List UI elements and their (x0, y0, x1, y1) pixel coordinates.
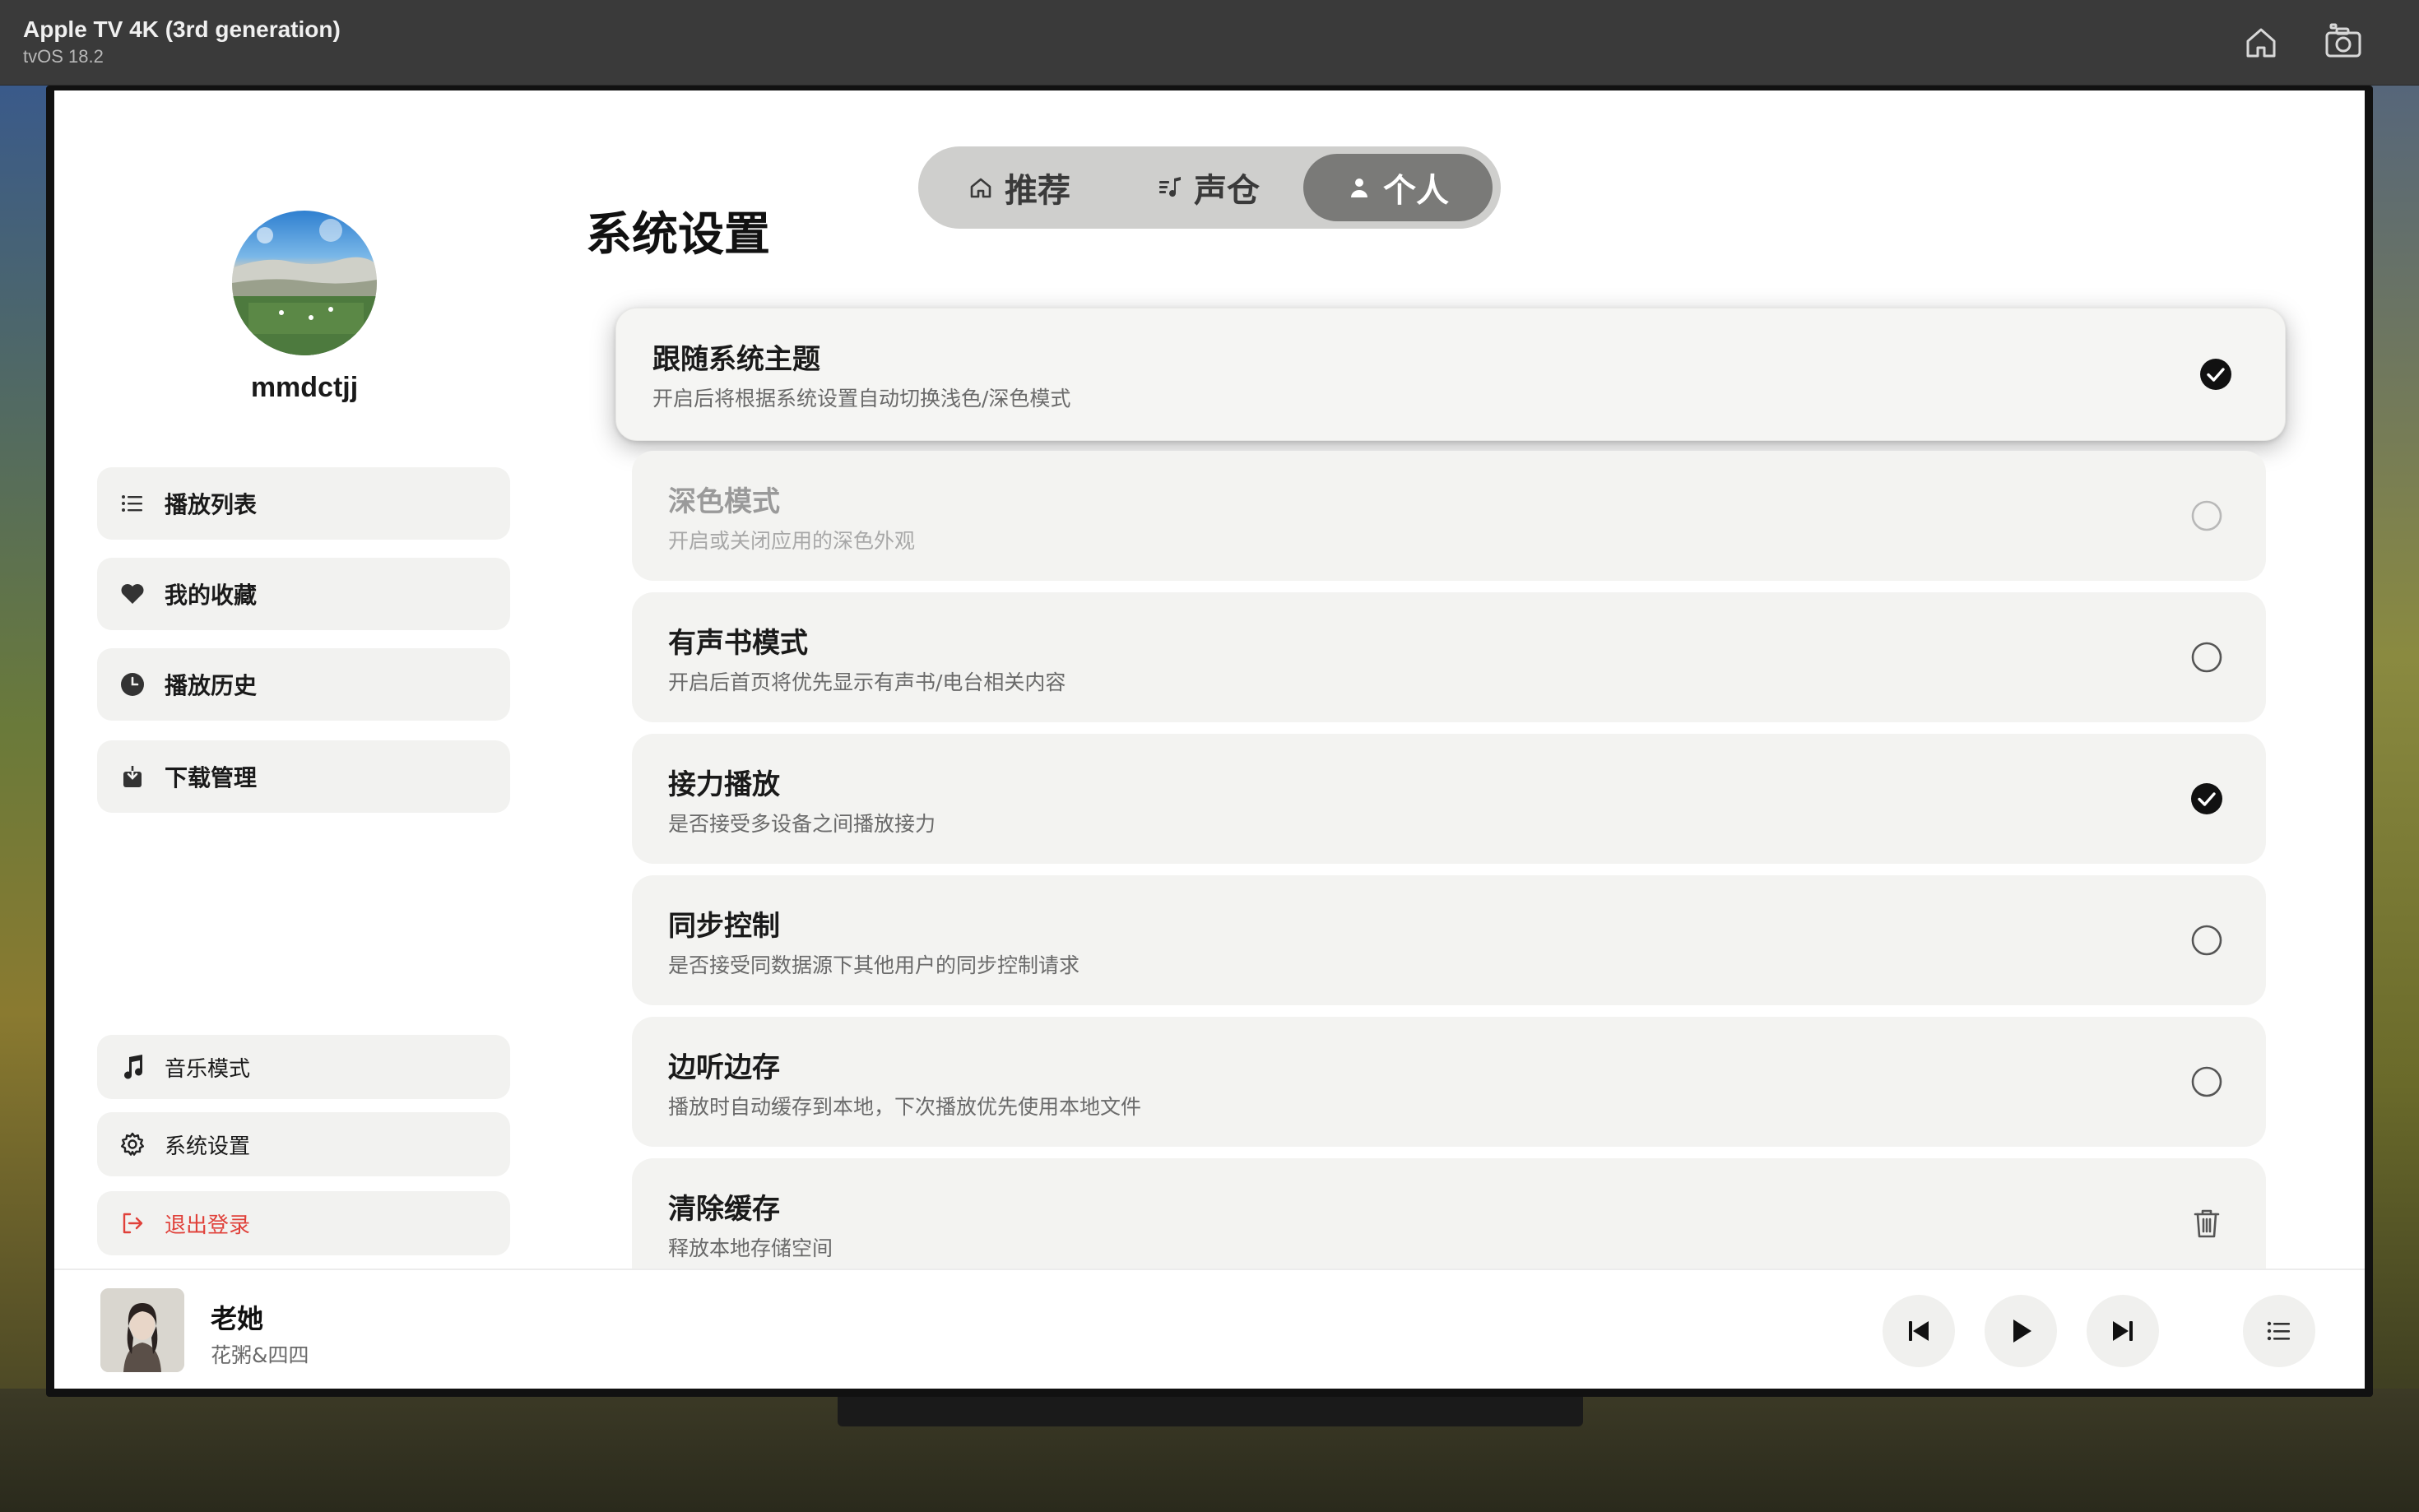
simulator-os-version: tvOS 18.2 (23, 46, 104, 67)
setting-sync-control[interactable]: 同步控制 是否接受同数据源下其他用户的同步控制请求 (632, 875, 2266, 1005)
tab-personal[interactable]: 个人 (1303, 154, 1493, 221)
song-title: 老她 (211, 1303, 264, 1334)
logout-icon (118, 1209, 146, 1237)
queue-list-icon (2267, 1321, 2290, 1341)
empty-circle-icon[interactable] (2190, 924, 2223, 957)
sidebar-item-history[interactable]: 播放历史 (97, 648, 510, 721)
screenshot-icon[interactable] (2322, 21, 2365, 64)
sidebar-item-settings[interactable]: 系统设置 (97, 1112, 510, 1176)
empty-circle-icon[interactable] (2190, 1065, 2223, 1098)
sidebar-item-label: 播放列表 (165, 491, 258, 518)
setting-title: 边听边存 (668, 1051, 780, 1084)
album-cover[interactable] (100, 1288, 184, 1372)
sidebar-item-label: 退出登录 (165, 1213, 251, 1238)
play-button[interactable] (1985, 1295, 2057, 1367)
sidebar-item-logout[interactable]: 退出登录 (97, 1191, 510, 1255)
username: mmdctjj (250, 372, 359, 403)
setting-description: 是否接受同数据源下其他用户的同步控制请求 (668, 953, 1080, 977)
setting-description: 播放时自动缓存到本地，下次播放优先使用本地文件 (668, 1095, 1142, 1119)
now-playing-bar: 老她 花粥&四四 (54, 1269, 2365, 1389)
previous-icon (1909, 1321, 1929, 1341)
setting-title: 接力播放 (668, 768, 780, 801)
sidebar-item-downloads[interactable]: 下载管理 (97, 740, 510, 813)
queue-button[interactable] (2243, 1295, 2315, 1367)
gear-icon (118, 1130, 146, 1158)
page-title: 系统设置 (586, 208, 770, 262)
list-icon (118, 489, 146, 517)
home-icon (970, 178, 991, 198)
empty-circle-icon[interactable] (2190, 641, 2223, 674)
download-icon (118, 763, 146, 791)
home-icon[interactable] (2240, 21, 2282, 64)
setting-follow-system-theme[interactable]: 跟随系统主题 开启后将根据系统设置自动切换浅色/深色模式 (615, 308, 2286, 441)
setting-title: 清除缓存 (668, 1193, 780, 1226)
checkmark-circle-icon[interactable] (2199, 358, 2232, 391)
sidebar-item-label: 音乐模式 (165, 1056, 251, 1082)
avatar (232, 211, 377, 355)
tab-label: 个人 (1383, 172, 1449, 210)
setting-dark-mode[interactable]: 深色模式 开启或关闭应用的深色外观 (632, 451, 2266, 581)
setting-title: 同步控制 (668, 910, 780, 943)
setting-audiobook-mode[interactable]: 有声书模式 开启后首页将优先显示有声书/电台相关内容 (632, 592, 2266, 722)
empty-circle-icon[interactable] (2190, 499, 2223, 532)
sidebar-item-playlist[interactable]: 播放列表 (97, 467, 510, 540)
setting-description: 是否接受多设备之间播放接力 (668, 812, 936, 836)
setting-description: 开启或关闭应用的深色外观 (668, 529, 916, 553)
tv-screen: 推荐 声仓 个人 mmdctjj 播放列表 我的收藏 播放历史 下载管理 音乐模… (54, 90, 2365, 1389)
song-artist: 花粥&四四 (211, 1343, 309, 1367)
sidebar-item-favorites[interactable]: 我的收藏 (97, 558, 510, 630)
setting-title: 深色模式 (668, 485, 780, 518)
setting-handoff-playback[interactable]: 接力播放 是否接受多设备之间播放接力 (632, 734, 2266, 864)
sidebar-item-label: 我的收藏 (165, 582, 258, 609)
music-list-icon (1159, 177, 1181, 197)
next-icon (2113, 1321, 2133, 1341)
play-icon (2013, 1320, 2031, 1343)
setting-cache-while-playing[interactable]: 边听边存 播放时自动缓存到本地，下次播放优先使用本地文件 (632, 1017, 2266, 1147)
tab-library[interactable]: 声仓 (1114, 154, 1303, 221)
setting-description: 开启后首页将优先显示有声书/电台相关内容 (668, 670, 1066, 694)
tv-stand (838, 1397, 1583, 1426)
setting-description: 开启后将根据系统设置自动切换浅色/深色模式 (652, 387, 1071, 410)
checkmark-circle-icon[interactable] (2190, 782, 2223, 815)
top-tab-bar: 推荐 声仓 个人 (918, 146, 1501, 229)
sidebar-item-music-mode[interactable]: 音乐模式 (97, 1035, 510, 1099)
trash-icon[interactable] (2190, 1207, 2223, 1240)
tab-label: 声仓 (1194, 172, 1260, 210)
tab-label: 推荐 (1005, 172, 1070, 210)
heart-icon (118, 580, 146, 608)
sidebar-item-label: 播放历史 (165, 672, 258, 699)
sidebar-item-label: 下载管理 (165, 764, 258, 791)
music-note-icon (118, 1053, 146, 1081)
simulator-device-name: Apple TV 4K (3rd generation) (23, 16, 341, 42)
setting-description: 释放本地存储空间 (668, 1236, 833, 1260)
clock-icon (118, 670, 146, 698)
setting-title: 有声书模式 (668, 627, 808, 660)
person-icon (1351, 179, 1367, 197)
simulator-title-bar: Apple TV 4K (3rd generation) tvOS 18.2 (0, 0, 2419, 86)
sidebar-item-label: 系统设置 (165, 1134, 251, 1159)
tab-recommend[interactable]: 推荐 (925, 154, 1114, 221)
setting-title: 跟随系统主题 (652, 343, 820, 376)
next-button[interactable] (2087, 1295, 2159, 1367)
previous-button[interactable] (1883, 1295, 1955, 1367)
